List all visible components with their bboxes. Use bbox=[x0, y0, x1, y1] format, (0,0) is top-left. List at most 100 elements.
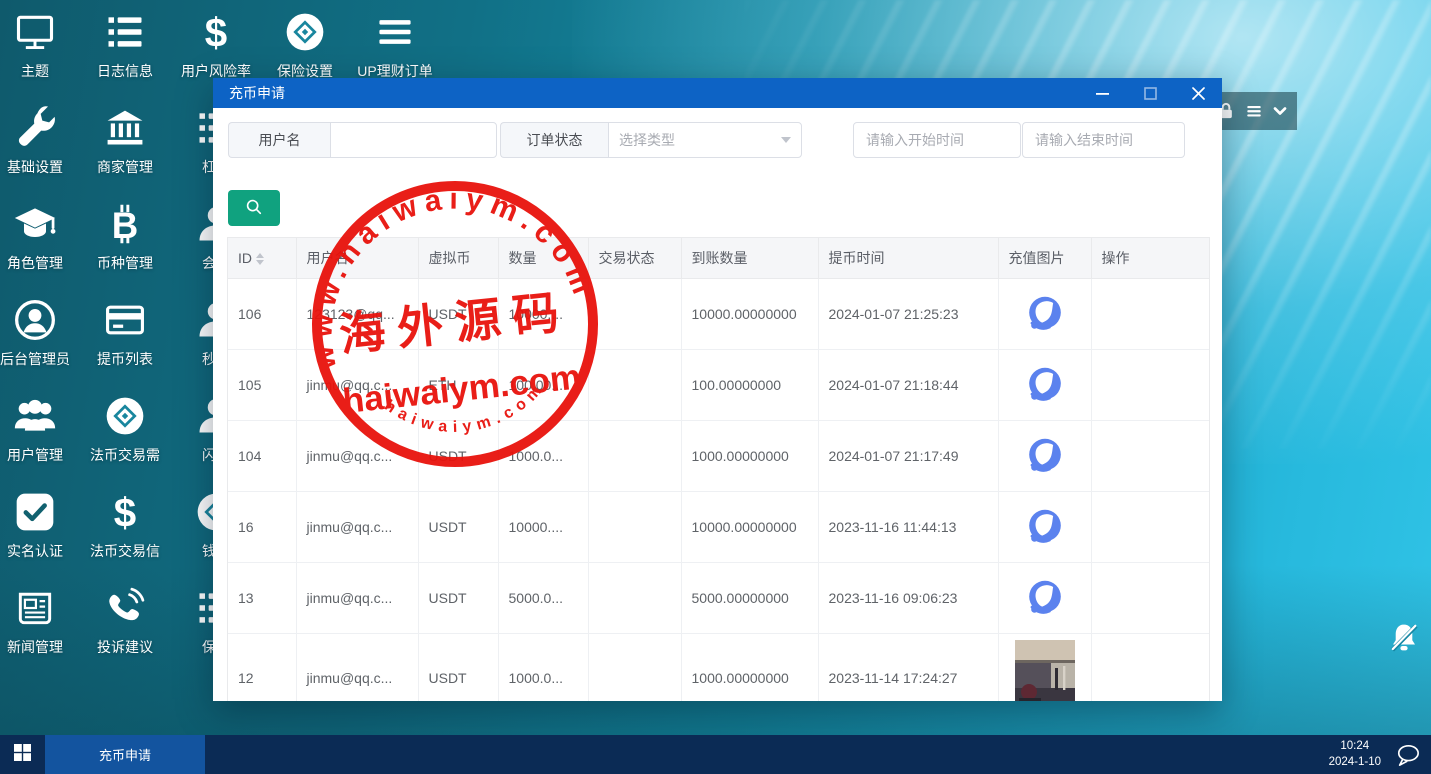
col-header-received: 到账数量 bbox=[681, 238, 818, 278]
cell-received: 10000.00000000 bbox=[681, 491, 818, 562]
maximize-button[interactable] bbox=[1126, 78, 1174, 108]
desktop-icon[interactable]: $ 法币交易信 bbox=[83, 488, 167, 561]
taskbar-clock[interactable]: 10:24 2024-1-10 bbox=[1329, 739, 1395, 770]
desktop: 主题 日志信息$ 用户风险率 保险设置 UP理财订单 基础设置 商家管理 杠杆 … bbox=[0, 0, 1431, 774]
desktop-icon[interactable]: 主题 bbox=[0, 8, 77, 81]
users-icon bbox=[0, 392, 77, 440]
cell-coin: ETH bbox=[418, 349, 498, 420]
cell-time: 2024-01-07 21:25:23 bbox=[818, 278, 998, 349]
table-row: 16jinmu@qq.c...USDT10000....10000.000000… bbox=[228, 491, 1210, 562]
username-input[interactable] bbox=[330, 122, 497, 158]
desktop-icon-label: 日志信息 bbox=[83, 61, 167, 81]
desktop-icon[interactable]: B 币种管理 bbox=[83, 200, 167, 273]
deposit-table: ID 用户名 虚拟币 数量 交易状态 到账数量 提币时间 充值图片 操作 10 bbox=[227, 237, 1210, 701]
desktop-icon[interactable]: 后台管理员 bbox=[0, 296, 77, 369]
cell-coin: USDT bbox=[418, 278, 498, 349]
search-button[interactable] bbox=[228, 190, 280, 226]
cell-action bbox=[1091, 491, 1210, 562]
cell-amount: 5000.0... bbox=[498, 562, 588, 633]
desktop-icon[interactable]: 商家管理 bbox=[83, 104, 167, 177]
start-button[interactable] bbox=[0, 735, 45, 774]
deposit-requests-window: 充币申请 用户名 订单状态 选择类型 bbox=[213, 78, 1222, 701]
end-time-input[interactable] bbox=[1022, 122, 1185, 158]
desktop-icon-label: 商家管理 bbox=[83, 157, 167, 177]
close-button[interactable] bbox=[1174, 78, 1222, 108]
col-header-coin: 虚拟币 bbox=[418, 238, 498, 278]
desktop-icon-label: 投诉建议 bbox=[83, 637, 167, 657]
cell-id: 13 bbox=[228, 562, 296, 633]
cell-received: 1000.00000000 bbox=[681, 420, 818, 491]
taskbar-task-label: 充币申请 bbox=[99, 745, 151, 764]
cell-user: 123123@qq... bbox=[296, 278, 418, 349]
cell-status bbox=[588, 491, 681, 562]
customer-service-avatar[interactable] bbox=[1022, 575, 1068, 621]
desktop-icon[interactable]: 新闻管理 bbox=[0, 584, 77, 657]
col-header-id[interactable]: ID bbox=[228, 238, 296, 278]
table-row: 105jinmu@qq.c...ETH100.00...100.00000000… bbox=[228, 349, 1210, 420]
dollar-icon: $ bbox=[174, 8, 258, 56]
bank-card-icon bbox=[83, 296, 167, 344]
cell-amount: 100.00... bbox=[498, 349, 588, 420]
search-icon bbox=[245, 198, 263, 219]
customer-service-avatar[interactable] bbox=[1022, 291, 1068, 337]
chat-icon[interactable] bbox=[1395, 743, 1421, 767]
desktop-icon[interactable]: 法币交易需 bbox=[83, 392, 167, 465]
cell-image bbox=[998, 349, 1091, 420]
cell-action bbox=[1091, 278, 1210, 349]
menu-icon[interactable] bbox=[1244, 101, 1264, 121]
cell-coin: USDT bbox=[418, 420, 498, 491]
customer-service-avatar[interactable] bbox=[1022, 504, 1068, 550]
window-body: 用户名 订单状态 选择类型 bbox=[213, 108, 1222, 701]
cell-coin: USDT bbox=[418, 562, 498, 633]
cell-status bbox=[588, 349, 681, 420]
desktop-icon[interactable]: UP理财订单 bbox=[353, 8, 437, 81]
cell-image bbox=[998, 491, 1091, 562]
cell-action bbox=[1091, 562, 1210, 633]
desktop-icon[interactable]: 投诉建议 bbox=[83, 584, 167, 657]
customer-service-avatar[interactable] bbox=[1022, 362, 1068, 408]
cell-image bbox=[998, 633, 1091, 701]
table-row: 106123123@qq...USDT10000....10000.000000… bbox=[228, 278, 1210, 349]
sort-carets-icon[interactable] bbox=[256, 253, 264, 265]
cell-user: jinmu@qq.c... bbox=[296, 633, 418, 701]
desktop-icon[interactable]: 角色管理 bbox=[0, 200, 77, 273]
desktop-icon-label: 用户管理 bbox=[0, 445, 77, 465]
taskbar-time: 10:24 bbox=[1329, 739, 1381, 755]
wrench-icon bbox=[0, 104, 77, 152]
bell-muted-icon[interactable] bbox=[1388, 620, 1420, 656]
cell-amount: 1000.0... bbox=[498, 420, 588, 491]
cell-status bbox=[588, 278, 681, 349]
minimize-button[interactable] bbox=[1078, 78, 1126, 108]
desktop-icon[interactable]: 基础设置 bbox=[0, 104, 77, 177]
desktop-icon[interactable]: 用户管理 bbox=[0, 392, 77, 465]
recharge-photo[interactable] bbox=[1015, 640, 1075, 701]
svg-text:$: $ bbox=[205, 10, 227, 54]
username-filter-group: 用户名 bbox=[228, 122, 497, 158]
cell-image bbox=[998, 562, 1091, 633]
customer-service-avatar[interactable] bbox=[1022, 433, 1068, 479]
desktop-icon[interactable]: 保险设置 bbox=[263, 8, 347, 81]
cell-coin: USDT bbox=[418, 633, 498, 701]
start-time-input[interactable] bbox=[853, 122, 1021, 158]
desktop-icon[interactable]: $ 用户风险率 bbox=[174, 8, 258, 81]
desktop-icon-label: 基础设置 bbox=[0, 157, 77, 177]
cell-amount: 10000.... bbox=[498, 278, 588, 349]
desktop-icon[interactable]: 日志信息 bbox=[83, 8, 167, 81]
cell-action bbox=[1091, 349, 1210, 420]
cell-amount: 10000.... bbox=[498, 491, 588, 562]
taskbar-task-deposit-requests[interactable]: 充币申请 bbox=[45, 735, 205, 774]
desktop-icon-label: 后台管理员 bbox=[0, 349, 77, 369]
desktop-icon[interactable]: 实名认证 bbox=[0, 488, 77, 561]
chevron-down-icon[interactable] bbox=[1270, 101, 1290, 121]
phone-icon bbox=[83, 584, 167, 632]
dollar-icon: $ bbox=[83, 488, 167, 536]
cell-received: 5000.00000000 bbox=[681, 562, 818, 633]
cell-user: jinmu@qq.c... bbox=[296, 349, 418, 420]
cell-received: 10000.00000000 bbox=[681, 278, 818, 349]
col-header-status: 交易状态 bbox=[588, 238, 681, 278]
check-square-icon bbox=[0, 488, 77, 536]
desktop-icon[interactable]: 提币列表 bbox=[83, 296, 167, 369]
desktop-icon-label: 法币交易需 bbox=[83, 445, 167, 465]
windows-logo-icon bbox=[14, 744, 31, 766]
order-type-select[interactable]: 选择类型 bbox=[608, 122, 802, 158]
